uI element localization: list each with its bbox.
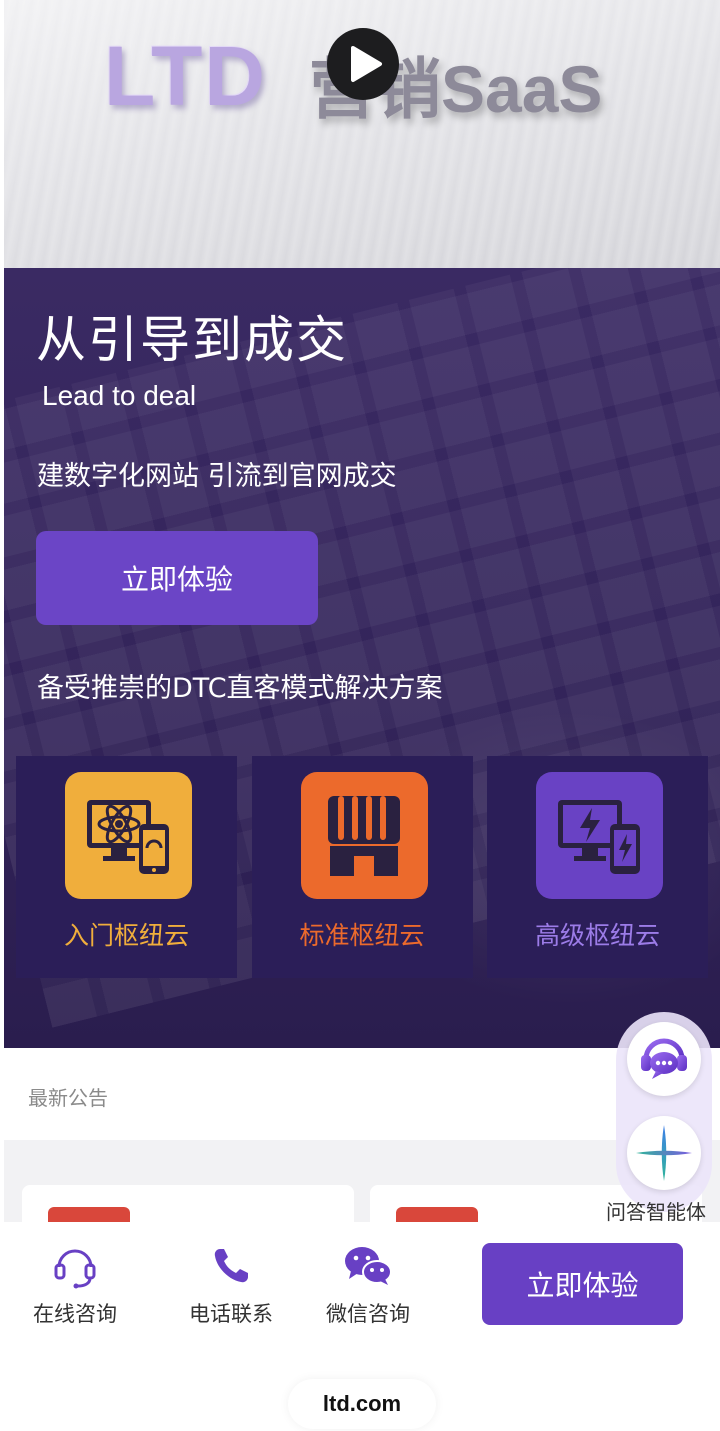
bottom-action-bar: 在线咨询 电话联系 微信咨询 立即体验 xyxy=(0,1222,720,1357)
storefront-icon xyxy=(300,772,428,899)
atom-monitor-icon xyxy=(65,772,192,899)
ai-plus-icon xyxy=(636,1125,692,1181)
plan-card-advanced[interactable]: 高级枢纽云 xyxy=(487,756,708,978)
plan-list: 入门枢纽云 标准枢纽云 高级枢纽云 xyxy=(16,756,708,978)
wechat-consult-label: 微信咨询 xyxy=(326,1302,410,1326)
hero-tagline: 备受推崇的DTC直客模式解决方案 xyxy=(37,673,443,704)
phone-contact-button[interactable]: 电话联系 xyxy=(166,1240,296,1328)
notice-title: 最新公告 xyxy=(28,1086,108,1110)
plan-card-standard[interactable]: 标准枢纽云 xyxy=(251,756,473,978)
try-now-button[interactable]: 立即体验 xyxy=(36,531,318,625)
video-logo-ltd: LTD xyxy=(104,29,268,123)
wechat-icon xyxy=(345,1247,392,1285)
phone-contact-label: 电话联系 xyxy=(189,1302,273,1326)
phone-icon xyxy=(214,1249,248,1283)
notice-section: 最新公告 xyxy=(4,1048,720,1140)
browser-bottom-bar: ltd.com xyxy=(0,1357,720,1431)
hero-subtitle: Lead to deal xyxy=(42,380,197,411)
plan-label-basic: 入门枢纽云 xyxy=(63,921,189,950)
plan-card-basic[interactable]: 入门枢纽云 xyxy=(16,756,237,978)
hero-description: 建数字化网站 引流到官网成交 xyxy=(37,461,397,492)
headset-icon xyxy=(54,1249,96,1289)
try-now-bottom-button[interactable]: 立即体验 xyxy=(482,1243,683,1325)
play-icon xyxy=(351,46,382,82)
hero-section: 从引导到成交 Lead to deal 建数字化网站 引流到官网成交 立即体验 … xyxy=(4,268,720,1048)
customer-service-button[interactable] xyxy=(627,1022,701,1096)
wechat-consult-button[interactable]: 微信咨询 xyxy=(303,1240,433,1328)
ai-assistant-button[interactable] xyxy=(627,1116,701,1190)
hero-title: 从引导到成交 xyxy=(36,311,348,369)
page: LTD 营销SaaS 从引导到成交 Lead to deal 建数字化网站 引流… xyxy=(0,0,720,1431)
customer-service-icon xyxy=(641,1038,687,1079)
online-consult-button[interactable]: 在线咨询 xyxy=(10,1240,140,1328)
address-bar[interactable]: ltd.com xyxy=(288,1379,436,1429)
plan-label-advanced: 高级枢纽云 xyxy=(534,921,660,950)
promo-video[interactable]: LTD 营销SaaS xyxy=(4,0,720,268)
online-consult-label: 在线咨询 xyxy=(33,1302,117,1326)
power-monitor-icon xyxy=(536,772,663,899)
plan-label-standard: 标准枢纽云 xyxy=(299,921,425,950)
ai-assistant-label: 问答智能体 xyxy=(606,1200,706,1224)
play-button[interactable] xyxy=(327,28,399,100)
